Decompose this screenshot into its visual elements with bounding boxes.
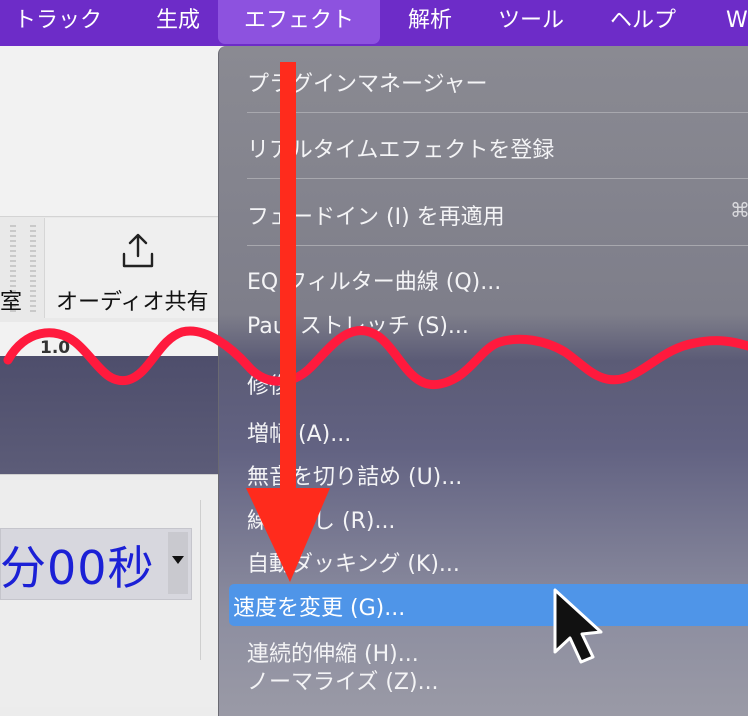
mouse-cursor-icon bbox=[553, 588, 603, 664]
red-wavy-line-annotation bbox=[3, 326, 748, 390]
red-down-arrow-annotation bbox=[246, 62, 330, 582]
annotation-overlay bbox=[3, 62, 748, 664]
